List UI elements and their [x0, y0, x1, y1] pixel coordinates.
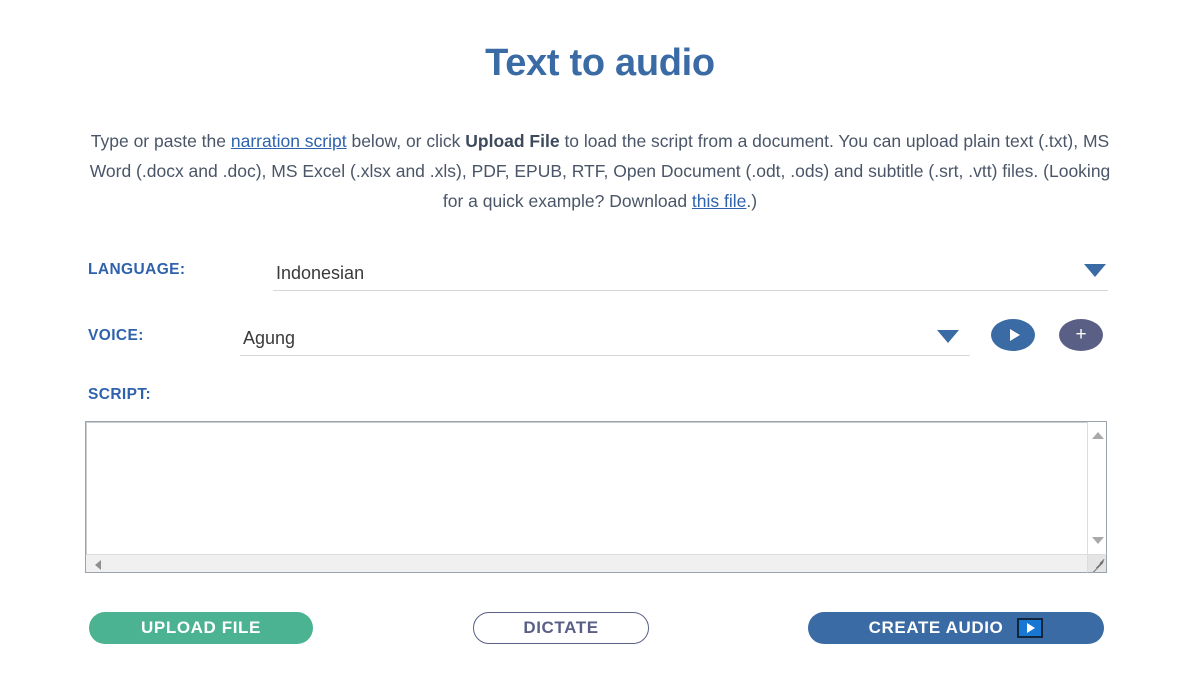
create-audio-button[interactable]: CREATE AUDIO	[808, 612, 1104, 644]
text-to-audio-page: Text to audio Type or paste the narratio…	[0, 0, 1200, 675]
resize-grip-icon[interactable]	[1087, 554, 1107, 573]
voice-label: VOICE:	[88, 327, 144, 344]
play-icon	[1017, 618, 1044, 638]
description-text: Type or paste the narration script below…	[82, 126, 1118, 216]
script-textarea-container	[85, 421, 1107, 573]
language-select[interactable]: Indonesian	[273, 255, 1108, 291]
this-file-link[interactable]: this file	[692, 191, 746, 211]
script-label: SCRIPT:	[88, 386, 152, 403]
vertical-scrollbar[interactable]	[1087, 422, 1107, 554]
language-label: LANGUAGE:	[88, 261, 186, 278]
plus-icon: +	[1075, 323, 1087, 345]
horizontal-scrollbar[interactable]	[86, 554, 1088, 573]
arrow-up-icon[interactable]	[1092, 432, 1104, 439]
voice-select[interactable]: Agung	[240, 320, 970, 356]
language-selected-value: Indonesian	[276, 263, 365, 283]
dictate-button[interactable]: DICTATE	[473, 612, 649, 644]
arrow-left-icon[interactable]	[95, 560, 101, 570]
upload-file-button-label: UPLOAD FILE	[141, 618, 261, 637]
add-voice-button[interactable]: +	[1059, 319, 1103, 351]
upload-file-button[interactable]: UPLOAD FILE	[89, 612, 313, 644]
description-line-1: Type or paste the narration script below…	[90, 131, 868, 151]
dictate-button-label: DICTATE	[523, 618, 599, 637]
narration-script-link[interactable]: narration script	[231, 131, 347, 151]
page-title: Text to audio	[485, 42, 715, 84]
script-input[interactable]	[87, 423, 1071, 553]
voice-selected-value: Agung	[243, 328, 296, 348]
chevron-down-icon[interactable]	[937, 330, 959, 343]
chevron-down-icon[interactable]	[1084, 264, 1106, 277]
create-audio-button-label: CREATE AUDIO	[868, 618, 1004, 637]
arrow-down-icon[interactable]	[1092, 537, 1104, 544]
description-line-3: Open Document (.odt, .ods) and subtitle …	[613, 161, 1039, 181]
play-icon	[1009, 329, 1020, 341]
upload-file-emphasis: Upload File	[465, 131, 560, 151]
preview-voice-button[interactable]	[991, 319, 1035, 351]
